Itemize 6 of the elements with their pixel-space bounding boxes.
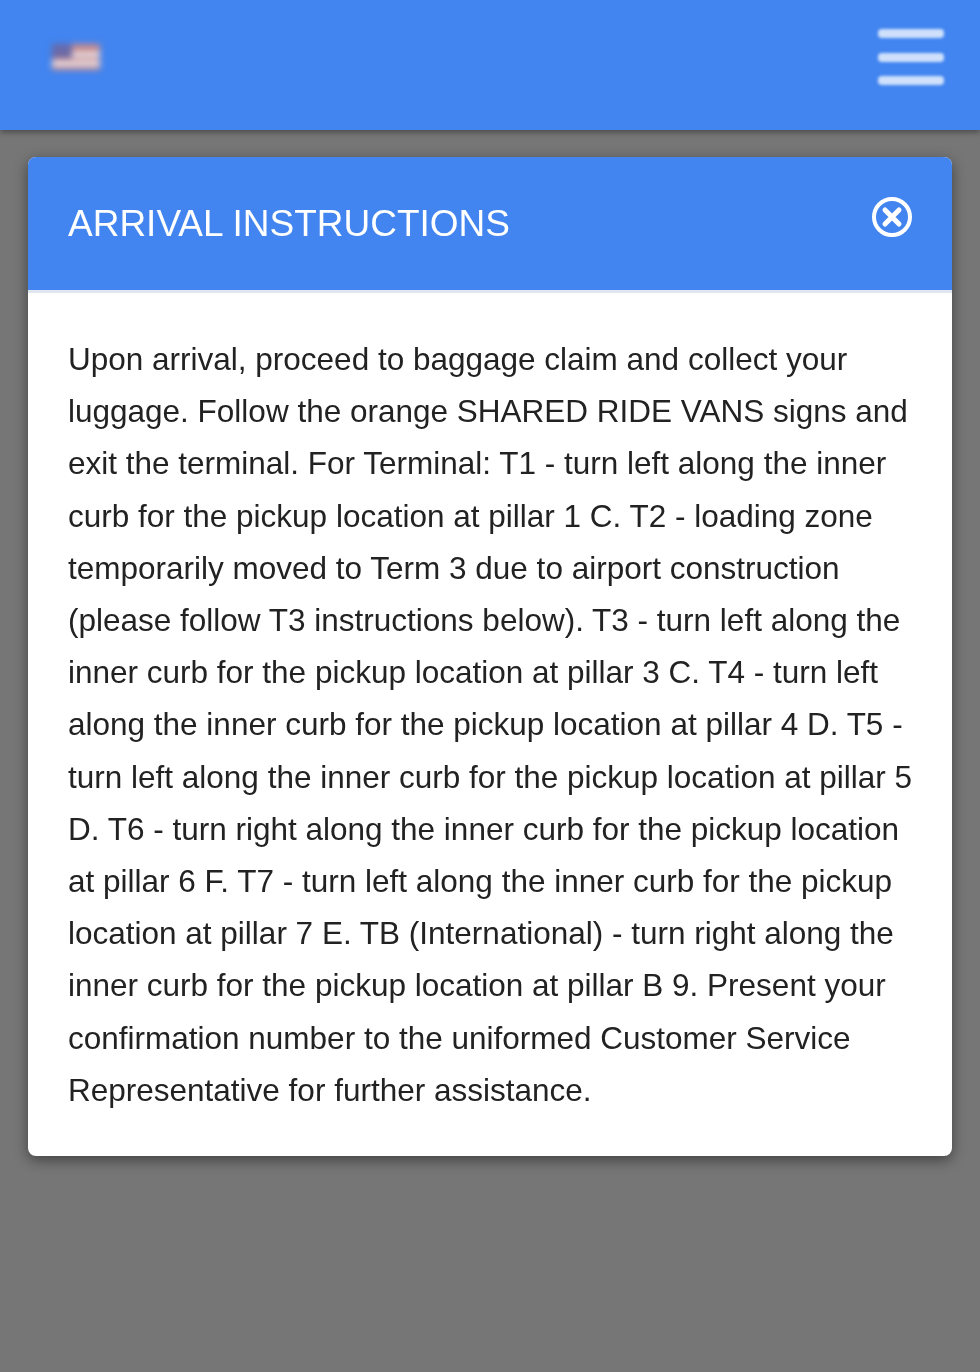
instructions-text: Upon arrival, proceed to baggage claim and collect your luggage. Follow the orange SHARED RIDE VANS signs and exit the terminal. For Terminal: T1 - turn left along the inner curb for the pickup location at pillar 1 C. T2 - loading zone temporarily moved to Term 3 due to airport construction (please follow T3 instructions below). T3 - turn left along the inner curb for the pickup location at pillar 3 C. T4 - turn left along the inner curb for the pickup location at pillar 4 D. T5 - turn left along the inner curb for the pickup location at pillar 5 D. T6 - turn right along the inner curb for the pickup location at pillar 6 F. T7 - turn left along the inner curb for the pickup location at pillar 7 E. TB (International) - turn right along the inner curb for the pickup location at pillar B 9. Present your confirmation number to the uniformed Customer Service Representative for further assistance. [67,340,913,1110]
close-button[interactable] [870,194,914,239]
menu-button[interactable] [878,29,944,85]
modal-title: ARRIVAL INSTRUCTIONS [68,202,510,245]
close-icon [870,194,914,239]
flag-icon [52,44,100,70]
